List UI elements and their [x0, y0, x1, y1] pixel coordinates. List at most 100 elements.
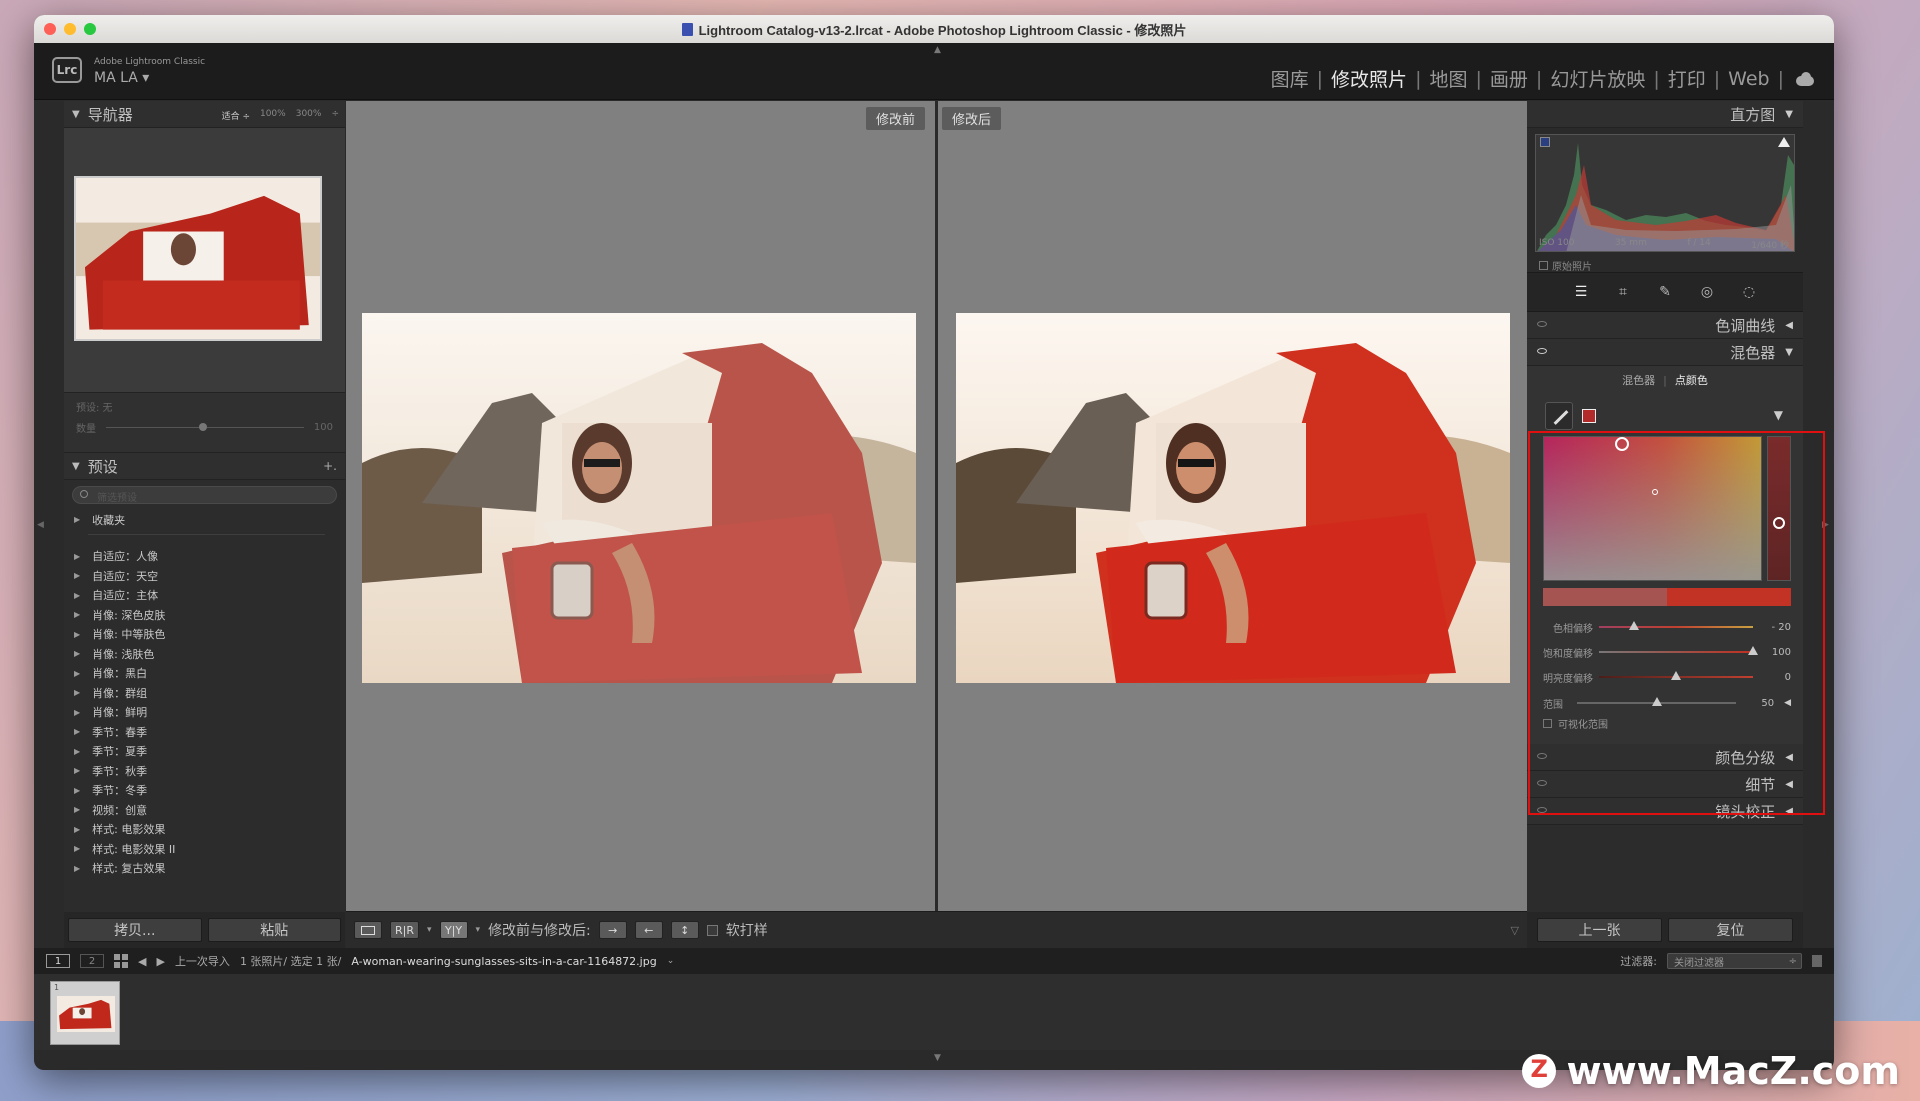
module-library[interactable]: 图库 — [1263, 65, 1317, 92]
before-after-yy-button[interactable]: Y|Y — [439, 921, 468, 939]
luminance-shift-knob[interactable] — [1671, 671, 1681, 680]
eye-icon[interactable] — [1537, 348, 1547, 354]
add-preset-icon[interactable]: +. — [323, 459, 337, 473]
copy-button[interactable]: 拷贝... — [68, 918, 202, 942]
masking-icon[interactable]: ◌ — [1741, 284, 1757, 300]
hue-shift-knob[interactable] — [1629, 621, 1640, 630]
color-swatch[interactable] — [1582, 409, 1596, 423]
amount-slider-knob[interactable] — [199, 423, 208, 431]
original-photo-checkbox[interactable] — [1539, 261, 1548, 270]
color-grading-header[interactable]: 颜色分级 ◀ — [1527, 744, 1803, 771]
reset-button[interactable]: 复位 — [1668, 918, 1793, 942]
filter-select[interactable]: 关闭过滤器 ÷ — [1667, 953, 1802, 969]
view-menu-caret-icon[interactable]: ▾ — [476, 925, 481, 935]
before-after-lr-button[interactable]: R|R — [390, 921, 419, 939]
copy-after-to-before-button[interactable]: ← — [634, 921, 663, 939]
soft-proof-checkbox[interactable] — [706, 924, 718, 936]
secondary-window-1-button[interactable]: 1 — [46, 954, 70, 968]
zoom-fit[interactable]: 适合 ÷ — [222, 109, 250, 122]
visualize-range-checkbox[interactable] — [1543, 719, 1552, 728]
red-eye-icon[interactable]: ◎ — [1699, 284, 1715, 300]
saturation-shift-track[interactable] — [1599, 646, 1758, 655]
source-point-handle[interactable] — [1652, 489, 1658, 495]
triangle-left-icon[interactable]: ◀ — [1784, 698, 1791, 708]
color-mixer-header[interactable]: 混色器 ▼ — [1527, 339, 1803, 366]
module-map[interactable]: 地图 — [1421, 65, 1475, 92]
view-menu-caret-icon[interactable]: ▾ — [427, 925, 432, 935]
forward-arrow-icon[interactable]: ▶ — [156, 955, 164, 968]
preset-group[interactable]: ▶ 视频：创意 — [74, 800, 345, 820]
preset-group[interactable]: ▶ 季节：秋季 — [74, 761, 345, 781]
detail-header[interactable]: 细节 ◀ — [1527, 771, 1803, 798]
copy-before-to-after-button[interactable]: → — [598, 921, 627, 939]
back-arrow-icon[interactable]: ◀ — [138, 955, 146, 968]
preset-group[interactable]: ▶ 自适应：人像 — [74, 547, 345, 567]
hue-shift-value[interactable]: - 20 — [1753, 622, 1791, 633]
navigator-thumbnail[interactable] — [74, 176, 322, 341]
shadow-clipping-icon[interactable] — [1540, 137, 1550, 147]
preset-group[interactable]: ▶ 季节：春季 — [74, 722, 345, 742]
highlight-clipping-icon[interactable] — [1778, 137, 1790, 147]
range-slider[interactable]: 范围 50 ◀ — [1543, 696, 1791, 711]
luminance-strip[interactable] — [1767, 436, 1791, 581]
original-photo-toggle[interactable]: 原始照片 — [1539, 258, 1592, 273]
saturation-shift-slider[interactable]: 饱和度偏移 100 — [1543, 645, 1791, 660]
module-web[interactable]: Web — [1720, 68, 1777, 90]
collapse-top-triangle-icon[interactable]: ▲ — [934, 45, 941, 55]
lens-correction-header[interactable]: 镜头校正 ◀ — [1527, 798, 1803, 825]
zoom-more[interactable]: ÷ — [331, 109, 339, 122]
zoom-300[interactable]: 300% — [296, 109, 322, 122]
healing-icon[interactable]: ✎ — [1657, 284, 1673, 300]
zoom-100[interactable]: 100% — [260, 109, 286, 122]
triangle-down-icon[interactable]: ▼ — [1774, 408, 1783, 422]
module-develop[interactable]: 修改照片 — [1323, 65, 1415, 92]
preset-group-favorites[interactable]: ▶ 收藏夹 — [74, 510, 345, 530]
target-ring-handle[interactable] — [1615, 437, 1629, 451]
swap-before-after-button[interactable]: ↕ — [670, 921, 699, 939]
right-panel-toggle-icon[interactable]: ▶ — [1822, 520, 1829, 530]
preset-group[interactable]: ▶ 样式: 电影效果 — [74, 820, 345, 840]
previous-button[interactable]: 上一张 — [1537, 918, 1662, 942]
preset-group[interactable]: ▶ 季节：夏季 — [74, 742, 345, 762]
saturation-shift-knob[interactable] — [1748, 646, 1758, 655]
filmstrip-thumbnail[interactable]: 1 — [50, 981, 120, 1045]
preset-group[interactable]: ▶ 肖像：鲜明 — [74, 703, 345, 723]
tab-mixer[interactable]: 混色器 — [1622, 372, 1655, 388]
hue-shift-slider[interactable]: 色相偏移 - 20 — [1543, 620, 1791, 635]
eyedropper-icon[interactable] — [1545, 402, 1573, 430]
preset-group[interactable]: ▶ 样式: 电影效果 II — [74, 839, 345, 859]
range-track[interactable] — [1577, 697, 1737, 706]
preset-group[interactable]: ▶ 自适应：主体 — [74, 586, 345, 606]
cloud-icon[interactable] — [1794, 71, 1816, 86]
filter-lock-icon[interactable] — [1812, 955, 1822, 967]
presets-header[interactable]: ▼ 预设 +. — [64, 453, 345, 480]
saturation-shift-value[interactable]: 100 — [1753, 647, 1791, 658]
preset-group[interactable]: ▶ 肖像: 中等肤色 — [74, 625, 345, 645]
collapse-bottom-triangle-icon[interactable]: ▼ — [934, 1053, 941, 1063]
luminance-shift-track[interactable] — [1599, 671, 1753, 680]
navigator-header[interactable]: ▼ 导航器 适合 ÷ 100% 300% ÷ — [64, 101, 345, 128]
user-menu[interactable]: MA LA ▾ — [94, 70, 149, 86]
preset-group[interactable]: ▶ 肖像：黑白 — [74, 664, 345, 684]
visualize-range-toggle[interactable]: 可视化范围 — [1543, 716, 1608, 731]
hue-saturation-field[interactable] — [1543, 436, 1762, 581]
toolbar-menu-icon[interactable]: ▽ — [1511, 924, 1519, 937]
before-photo[interactable] — [362, 313, 916, 683]
range-value[interactable]: 50 — [1736, 698, 1774, 709]
module-print[interactable]: 打印 — [1660, 65, 1714, 92]
module-slideshow[interactable]: 幻灯片放映 — [1542, 65, 1653, 92]
preset-group[interactable]: ▶ 肖像: 浅肤色 — [74, 644, 345, 664]
eye-icon[interactable] — [1537, 321, 1547, 327]
preset-search-input[interactable]: 筛选预设 — [72, 486, 337, 504]
left-panel-toggle-icon[interactable]: ◀ — [37, 520, 44, 530]
hue-shift-track[interactable] — [1599, 621, 1753, 630]
module-book[interactable]: 画册 — [1482, 65, 1536, 92]
tab-point-color[interactable]: 点颜色 — [1675, 372, 1708, 388]
amount-slider[interactable] — [106, 423, 304, 431]
zoom-button[interactable] — [84, 23, 96, 35]
eye-icon[interactable] — [1537, 753, 1547, 759]
preset-group[interactable]: ▶ 肖像: 深色皮肤 — [74, 605, 345, 625]
preset-group[interactable]: ▶ 季节：冬季 — [74, 781, 345, 801]
eye-icon[interactable] — [1537, 807, 1547, 813]
eye-icon[interactable] — [1537, 780, 1547, 786]
